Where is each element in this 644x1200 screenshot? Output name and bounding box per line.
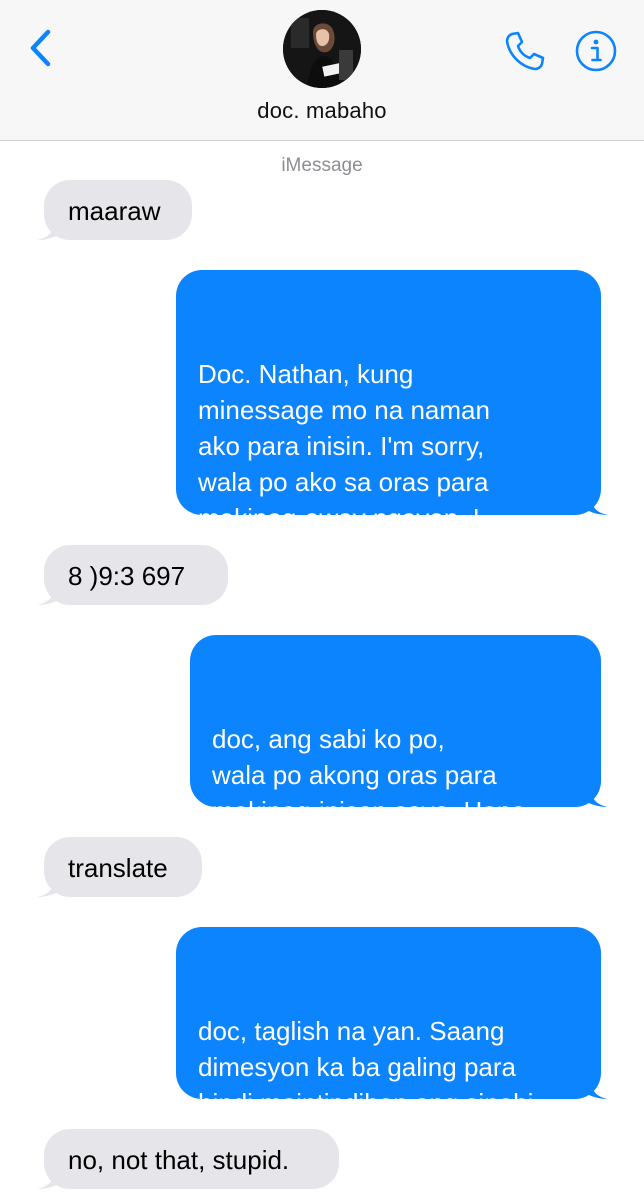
- message-text: doc, ang sabi ko po, wala po akong oras …: [212, 724, 534, 862]
- message-bubble-incoming[interactable]: no, not that, stupid.: [37, 1129, 339, 1189]
- bubble-tail: [582, 1077, 608, 1099]
- message-bubble-incoming[interactable]: translate: [37, 837, 202, 897]
- message-bubble-outgoing[interactable]: doc, ang sabi ko po, wala po akong oras …: [190, 635, 608, 862]
- info-icon: [575, 30, 617, 72]
- bubble-tail: [37, 1167, 63, 1189]
- message-bubble-outgoing[interactable]: doc, taglish na yan. Saang dimesyon ka b…: [176, 927, 608, 1154]
- message-text: Doc. Nathan, kung minessage mo na naman …: [198, 359, 531, 569]
- bubble-tail: [582, 493, 608, 515]
- back-button[interactable]: [20, 26, 60, 70]
- details-button[interactable]: [573, 28, 619, 74]
- bubble-tail: [37, 218, 63, 240]
- service-label: iMessage: [281, 155, 363, 176]
- contact-photo: [283, 10, 361, 88]
- bubble-tail: [582, 785, 608, 807]
- contact-avatar[interactable]: [283, 10, 361, 88]
- phone-icon: [505, 31, 545, 71]
- message-text: 8 )9:3 697: [68, 561, 186, 591]
- message-text: no, not that, stupid.: [68, 1145, 290, 1175]
- message-bubble-outgoing[interactable]: Doc. Nathan, kung minessage mo na naman …: [176, 270, 608, 569]
- chevron-left-icon: [30, 29, 51, 67]
- bubble-tail: [37, 875, 63, 897]
- message-text: translate: [68, 853, 168, 883]
- call-button[interactable]: [500, 26, 550, 76]
- message-bubble-incoming[interactable]: 8 )9:3 697: [37, 545, 228, 605]
- conversation-header: doc. mabaho: [0, 0, 644, 141]
- message-text: maaraw: [68, 196, 161, 226]
- bubble-tail: [37, 583, 63, 605]
- message-bubble-incoming[interactable]: maaraw: [37, 180, 192, 240]
- contact-name[interactable]: doc. mabaho: [0, 98, 644, 124]
